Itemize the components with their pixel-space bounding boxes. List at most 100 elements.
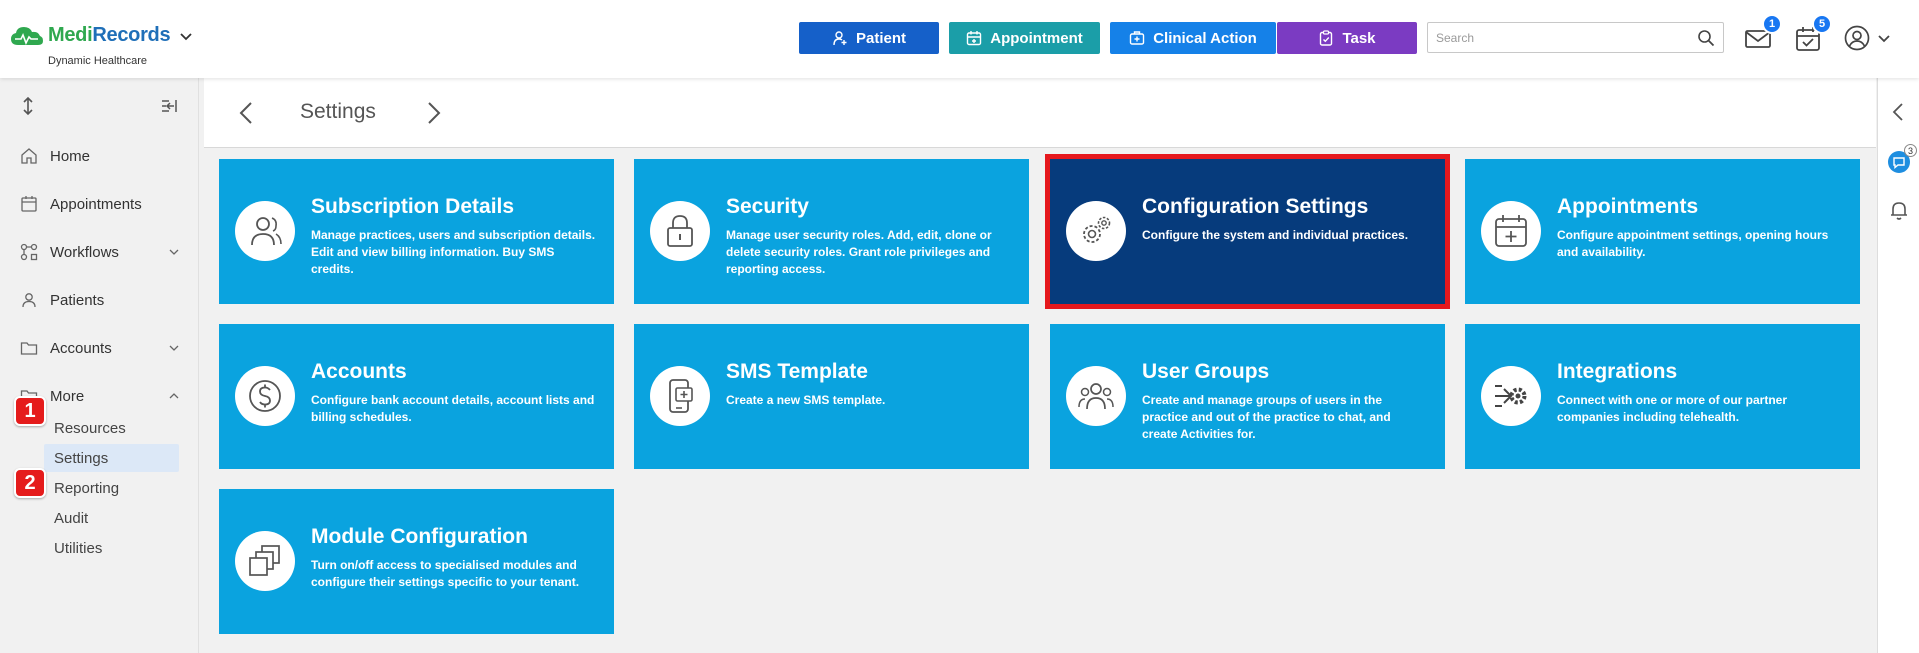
chevron-down-icon[interactable] <box>180 30 192 42</box>
new-task-label: Task <box>1342 29 1376 47</box>
calendar-icon <box>21 196 37 212</box>
card-description: Create a new SMS template. <box>726 393 886 407</box>
settings-card-configuration-settings[interactable]: Configuration Settings Configure the sys… <box>1045 154 1450 309</box>
sidebar-item-patients[interactable]: Patients <box>20 286 180 314</box>
settings-card-accounts[interactable]: Accounts Configure bank account details,… <box>219 324 614 469</box>
settings-card-integrations[interactable]: Integrations Connect with one or more of… <box>1465 324 1860 469</box>
sidebar-item-appointments[interactable]: Appointments <box>20 190 180 218</box>
chat-badge: 3 <box>1904 144 1917 157</box>
chevron-left-icon[interactable] <box>1887 100 1911 124</box>
card-title: Appointments <box>1557 195 1699 218</box>
search-icon[interactable] <box>1697 29 1715 47</box>
card-icon <box>235 531 295 591</box>
settings-card-subscription-details[interactable]: Subscription Details Manage practices, u… <box>219 159 614 304</box>
phone-plus-icon <box>669 379 693 413</box>
sidebar-item-label: Workflows <box>50 243 119 261</box>
page-title: Settings <box>300 100 376 123</box>
org-name: Dynamic Healthcare <box>48 55 148 67</box>
new-appointment-label: Appointment <box>990 29 1083 47</box>
search-box <box>1427 22 1724 53</box>
messages-button[interactable]: 1 <box>1744 14 1782 53</box>
sidebar-subitem-utilities[interactable]: Utilities <box>44 534 179 562</box>
modules-icon <box>249 545 280 576</box>
sidebar-item-label: Patients <box>50 291 105 309</box>
sidebar-item-label: Appointments <box>50 195 142 213</box>
card-title: Configuration Settings <box>1142 195 1369 218</box>
card-icon <box>650 201 710 261</box>
search-input[interactable] <box>1428 23 1683 52</box>
sidebar-subitem-reporting[interactable]: Reporting <box>44 474 179 502</box>
clinical-action-label: Clinical Action <box>1153 29 1257 47</box>
card-icon <box>1481 201 1541 261</box>
new-task-button[interactable]: Task <box>1277 22 1417 54</box>
card-title: Integrations <box>1557 360 1678 383</box>
settings-card-module-configuration[interactable]: Module Configuration Turn on/off access … <box>219 489 614 634</box>
person-icon <box>251 217 282 246</box>
card-icon <box>1066 201 1126 261</box>
app-logo[interactable]: MediRecords <box>10 24 192 47</box>
settings-card-user-groups[interactable]: User Groups Create and manage groups of … <box>1050 324 1445 469</box>
main-content: Settings Subscription Details Manage pra… <box>204 78 1876 653</box>
calendar-icon <box>967 31 982 46</box>
card-description: Connect with one or more of our partner … <box>1557 393 1788 424</box>
step-marker-2: 2 <box>14 468 46 498</box>
right-rail: 3 <box>1877 78 1919 653</box>
sidebar: Home Appointments Workflows Patients Acc… <box>0 78 199 653</box>
sidebar-subitem-audit[interactable]: Audit <box>44 504 179 532</box>
card-title: SMS Template <box>726 360 868 383</box>
card-description: Configure appointment settings, opening … <box>1557 228 1829 259</box>
clinical-action-button[interactable]: Clinical Action <box>1110 22 1276 54</box>
back-arrow-icon[interactable] <box>234 100 260 126</box>
card-title: Security <box>726 195 809 218</box>
messages-badge: 1 <box>1762 14 1782 34</box>
settings-card-security[interactable]: Security Manage user security roles. Add… <box>634 159 1029 304</box>
folder-icon <box>20 342 38 355</box>
top-header: MediRecords Dynamic Healthcare Patient A… <box>0 0 1919 78</box>
user-avatar-icon <box>1844 25 1870 51</box>
users-icon <box>1078 383 1114 410</box>
settings-card-appointments[interactable]: Appointments Configure appointment setti… <box>1465 159 1860 304</box>
card-description: Create and manage groups of users in the… <box>1142 393 1391 441</box>
collapse-sidebar-icon[interactable] <box>160 96 180 116</box>
brand-name: MediRecords <box>48 24 171 46</box>
sidebar-item-workflows[interactable]: Workflows <box>20 238 180 266</box>
sidebar-subitem-settings[interactable]: Settings <box>44 444 179 472</box>
card-description: Manage practices, users and subscription… <box>311 228 596 276</box>
lock-icon <box>667 215 693 247</box>
card-icon <box>235 366 295 426</box>
new-patient-button[interactable]: Patient <box>799 22 939 54</box>
card-icon <box>650 366 710 426</box>
card-title: User Groups <box>1142 360 1270 383</box>
card-description: Manage user security roles. Add, edit, c… <box>726 228 992 276</box>
expand-vertical-icon[interactable] <box>18 96 38 116</box>
chevron-down-icon <box>1878 35 1890 43</box>
forward-arrow-icon[interactable] <box>420 100 446 126</box>
chevron-down-icon <box>169 345 179 351</box>
step-marker-1: 1 <box>14 396 46 426</box>
gears-icon <box>1083 216 1111 243</box>
new-patient-label: Patient <box>855 29 906 47</box>
integration-icon <box>1495 385 1527 407</box>
card-title: Module Configuration <box>311 525 528 548</box>
cloud-logo-icon <box>11 26 43 45</box>
card-icon <box>235 201 295 261</box>
chevron-up-icon <box>169 393 179 399</box>
bell-icon[interactable] <box>1887 198 1911 222</box>
card-title: Accounts <box>311 360 407 383</box>
tasks-button[interactable]: 5 <box>1794 14 1832 53</box>
dollar-icon <box>249 380 281 412</box>
settings-card-sms-template[interactable]: SMS Template Create a new SMS template. <box>634 324 1029 469</box>
sidebar-subitem-resources[interactable]: Resources <box>44 414 179 442</box>
sidebar-item-label: Home <box>50 147 91 165</box>
page-titlebar: Settings <box>204 78 1876 148</box>
user-menu[interactable] <box>1844 25 1890 51</box>
home-icon <box>21 148 37 164</box>
chat-button[interactable]: 3 <box>1887 144 1917 174</box>
sidebar-item-label: More <box>50 387 85 405</box>
new-appointment-button[interactable]: Appointment <box>949 22 1100 54</box>
sidebar-item-accounts[interactable]: Accounts <box>20 334 180 362</box>
calendar-plus-icon <box>1495 215 1527 247</box>
card-title: Subscription Details <box>311 195 515 218</box>
clipboard-icon <box>1320 30 1333 46</box>
sidebar-item-home[interactable]: Home <box>20 142 180 170</box>
